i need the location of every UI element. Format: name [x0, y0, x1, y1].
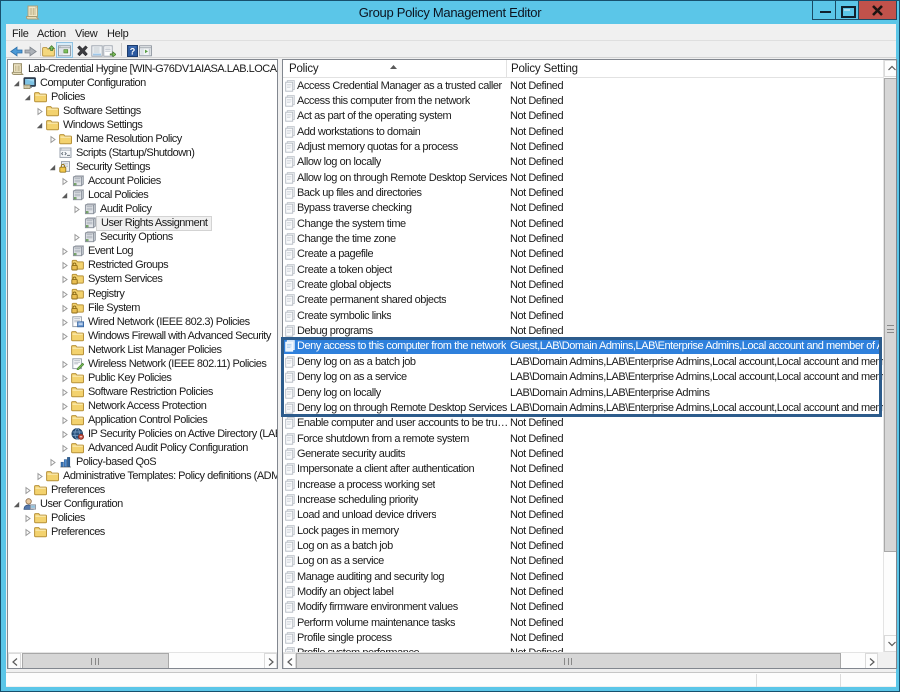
svg-text:?: ? — [130, 46, 136, 56]
